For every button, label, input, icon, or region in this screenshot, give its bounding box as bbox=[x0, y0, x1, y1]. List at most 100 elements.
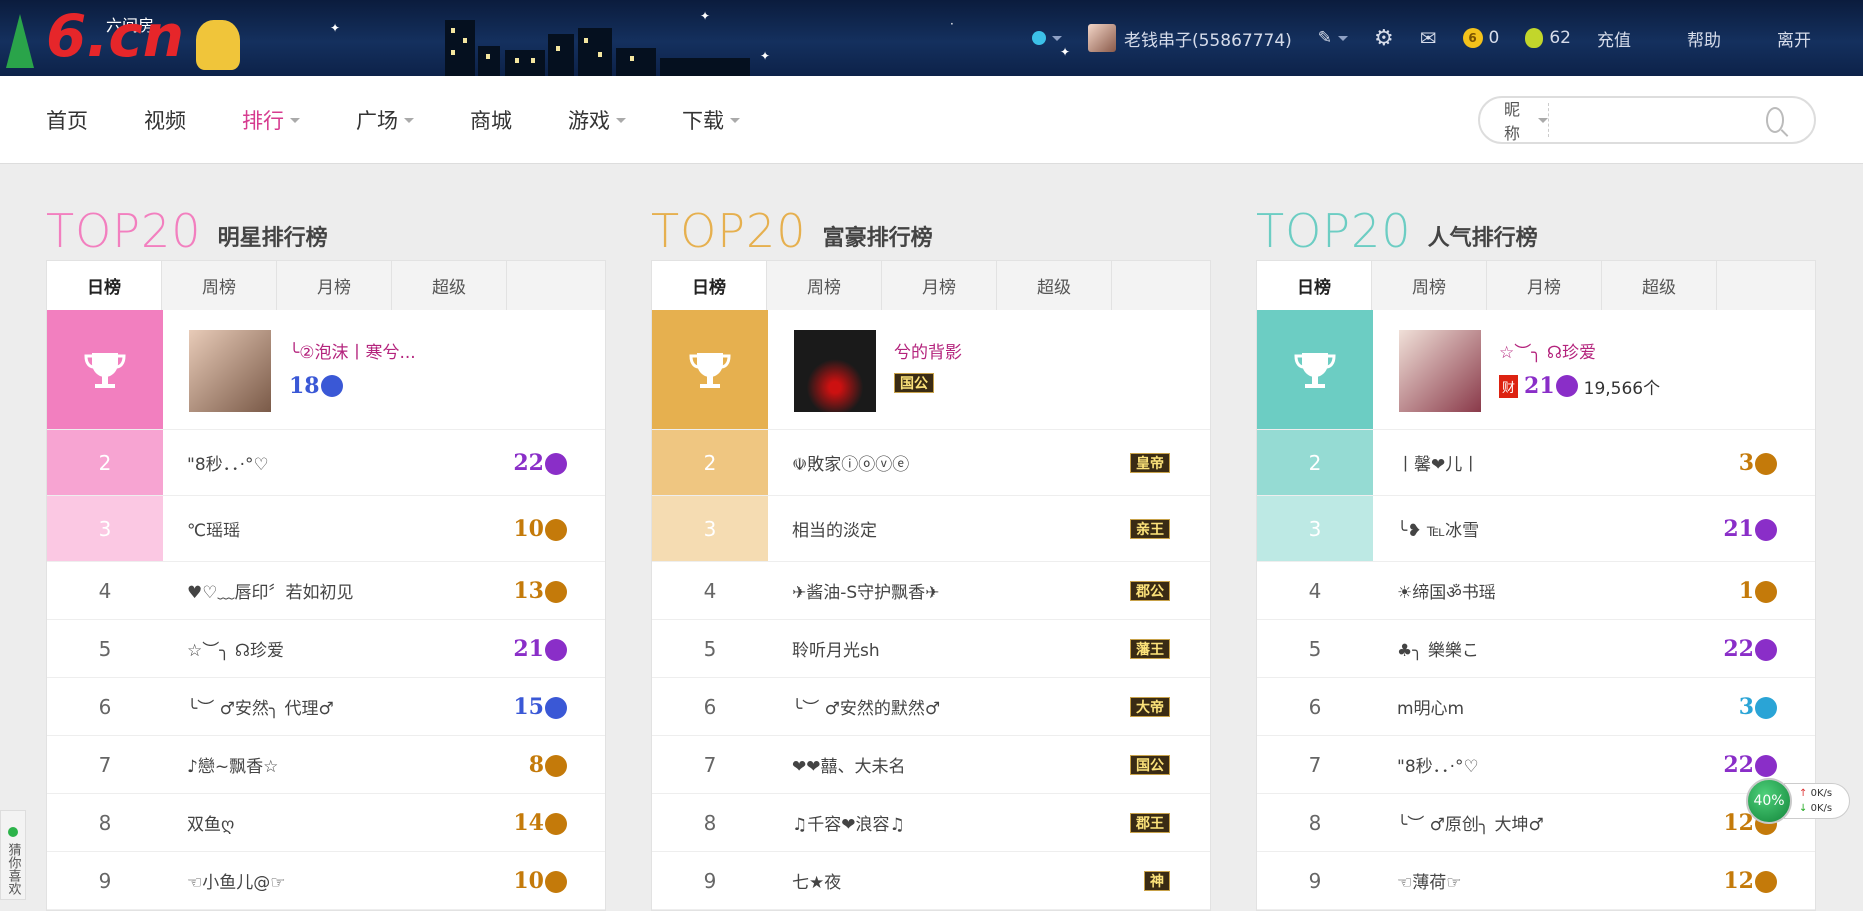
ranking-row[interactable]: 9 ☜薄荷☞ 12 bbox=[1257, 852, 1815, 910]
tab-monthly[interactable]: 月榜 bbox=[1487, 261, 1602, 310]
ranking-row[interactable]: 8 ♫千容❤浪容♫ 郡王 bbox=[652, 794, 1210, 852]
ranking-row[interactable]: 6 ╰︶ ♂安然╮ 代理♂ 15 bbox=[47, 678, 605, 736]
trophy-cell bbox=[652, 310, 768, 429]
ranking-row[interactable]: 7 ❤❤囍、大未名 国公 bbox=[652, 736, 1210, 794]
rank-number: 5 bbox=[703, 636, 717, 661]
recharge-link[interactable]: 充值 bbox=[1597, 26, 1631, 51]
rank-number: 4 bbox=[1308, 578, 1322, 603]
rank-number: 9 bbox=[98, 868, 112, 893]
star-decoration: ✦ bbox=[330, 21, 341, 35]
ranking-row[interactable]: 2 "8秒．．·°♡ 22 bbox=[47, 430, 605, 496]
user-name: ♥♡﹏唇印〞若如初见 bbox=[187, 583, 354, 603]
tab-weekly[interactable]: 周榜 bbox=[767, 261, 882, 310]
rank-first-row[interactable]: 兮的背影 国公 bbox=[652, 310, 1210, 430]
search-icon[interactable] bbox=[1765, 107, 1784, 133]
level-display: 22 bbox=[1695, 752, 1815, 778]
ranking-row[interactable]: 6 ╰︶ ♂安然的默然♂ 大帝 bbox=[652, 678, 1210, 736]
user-bar: 老钱串子(55867774) ✎ ⚙ ✉ 60 62 充值 帮助 离开 bbox=[1031, 0, 1863, 76]
chevron-down-icon bbox=[404, 117, 414, 123]
speed-percent: 40% bbox=[1746, 778, 1792, 824]
christmas-tree-icon bbox=[6, 14, 34, 68]
download-rate: 0K/s bbox=[1810, 803, 1833, 814]
rank-first-row[interactable]: ☆︶╮ ☊珍爱财 21 19,566个 bbox=[1257, 310, 1815, 430]
ranking-row[interactable]: 4 ☀缔国ॐ书瑶 1 bbox=[1257, 562, 1815, 620]
user-name[interactable]: ╰②泡沫丨寒兮... bbox=[289, 338, 416, 363]
tab-daily[interactable]: 日榜 bbox=[652, 261, 767, 310]
nav-home[interactable]: 首页 bbox=[46, 105, 88, 135]
user-profile[interactable]: 老钱串子(55867774) bbox=[1087, 24, 1292, 52]
nav-games[interactable]: 游戏 bbox=[568, 105, 626, 135]
ranking-row[interactable]: 3 相当的淡定 亲王 bbox=[652, 496, 1210, 562]
tab-super[interactable]: 超级 bbox=[1602, 261, 1717, 310]
user-name[interactable]: 兮的背影 bbox=[894, 338, 962, 363]
tab-daily[interactable]: 日榜 bbox=[47, 261, 162, 310]
tab-weekly[interactable]: 周榜 bbox=[162, 261, 277, 310]
bean-count: 62 bbox=[1549, 28, 1571, 48]
level-crown-icon bbox=[1755, 754, 1777, 777]
user-name: ☜薄荷☞ bbox=[1397, 873, 1462, 893]
avatar bbox=[189, 330, 271, 412]
mail-icon: ✉ bbox=[1419, 26, 1437, 50]
user-name: 双鱼ღ bbox=[187, 815, 235, 835]
settings-button[interactable]: ⚙ bbox=[1374, 26, 1394, 51]
avatar bbox=[794, 330, 876, 412]
ranking-row[interactable]: 7 ♪戀~飘香☆ 8 bbox=[47, 736, 605, 794]
ranking-row[interactable]: 2 ☫敗家ⓘⓞⓥⓔ 皇帝 bbox=[652, 430, 1210, 496]
ranking-row[interactable]: 2 丨馨❤儿丨 3 bbox=[1257, 430, 1815, 496]
chevron-down-icon bbox=[1537, 117, 1548, 123]
popular-ranking-board: TOP20 人气排行榜 日榜 周榜 月榜 超级 ☆︶╮ ☊珍爱财 21 19,566个 2 丨馨❤儿… bbox=[1256, 202, 1816, 911]
ranking-row[interactable]: 3 ╰❥ ℡冰雪 21 bbox=[1257, 496, 1815, 562]
tab-super[interactable]: 超级 bbox=[997, 261, 1112, 310]
level-display: 1 bbox=[1695, 578, 1815, 604]
ranking-row[interactable]: 4 ✈酱油-S守护飘香✈ 郡公 bbox=[652, 562, 1210, 620]
rank-first-row[interactable]: ╰②泡沫丨寒兮... 18 bbox=[47, 310, 605, 430]
rank-number: 7 bbox=[1308, 752, 1322, 777]
ranking-row[interactable]: 6 m明心m 3 bbox=[1257, 678, 1815, 736]
user-name: ℃瑶瑶 bbox=[187, 521, 241, 541]
user-name: ♣╮ 樂樂こ bbox=[1397, 641, 1479, 661]
ranking-row[interactable]: 9 七★夜 神 bbox=[652, 852, 1210, 910]
tab-super[interactable]: 超级 bbox=[392, 261, 507, 310]
nav-plaza[interactable]: 广场 bbox=[356, 105, 414, 135]
user-name[interactable]: ☆︶╮ ☊珍爱 bbox=[1499, 338, 1660, 363]
help-link[interactable]: 帮助 bbox=[1687, 26, 1721, 51]
rank-number: 4 bbox=[98, 578, 112, 603]
board-name: 富豪排行榜 bbox=[822, 226, 933, 251]
help-label: 帮助 bbox=[1687, 30, 1721, 51]
edit-menu[interactable]: ✎ bbox=[1318, 28, 1349, 48]
tab-daily[interactable]: 日榜 bbox=[1257, 261, 1372, 310]
ranking-row[interactable]: 5 ♣╮ 樂樂こ 22 bbox=[1257, 620, 1815, 678]
user-name: ☀缔国ॐ书瑶 bbox=[1397, 583, 1496, 603]
search-input[interactable] bbox=[1548, 103, 1766, 137]
site-logo[interactable]: 六间房 6.cn bbox=[46, 2, 206, 70]
status-dot-icon bbox=[8, 827, 18, 837]
ranking-row[interactable]: 5 聆听月光sh 藩王 bbox=[652, 620, 1210, 678]
tab-weekly[interactable]: 周榜 bbox=[1372, 261, 1487, 310]
nav-download[interactable]: 下载 bbox=[682, 105, 740, 135]
nav-video[interactable]: 视频 bbox=[144, 105, 186, 135]
building-icon bbox=[478, 46, 500, 76]
network-speed-widget[interactable]: 40% ↑ 0K/s ↓ 0K/s bbox=[1746, 778, 1852, 824]
ranking-row[interactable]: 5 ☆︶╮ ☊珍爱 21 bbox=[47, 620, 605, 678]
ranking-row[interactable]: 4 ♥♡﹏唇印〞若如初见 13 bbox=[47, 562, 605, 620]
tab-monthly[interactable]: 月榜 bbox=[277, 261, 392, 310]
ranking-row[interactable]: 8 双鱼ღ 14 bbox=[47, 794, 605, 852]
messages-button[interactable]: ✉ bbox=[1420, 26, 1437, 50]
search-type-label: 昵称 bbox=[1504, 100, 1521, 143]
nav-mall[interactable]: 商城 bbox=[470, 105, 512, 135]
level-number: 18 bbox=[289, 373, 320, 399]
ranking-row[interactable]: 3 ℃瑶瑶 10 bbox=[47, 496, 605, 562]
ranking-row[interactable]: 8 ╰︶ ♂原创╮ 大坤♂ 12 bbox=[1257, 794, 1815, 852]
ranking-row[interactable]: 9 ☜小鱼儿@☞ 10 bbox=[47, 852, 605, 910]
verified-badge[interactable] bbox=[1031, 31, 1062, 45]
ranking-row[interactable]: 7 "8秒．．·°♡ 22 bbox=[1257, 736, 1815, 794]
avatar bbox=[1399, 330, 1481, 412]
user-name: 相当的淡定 bbox=[792, 521, 877, 541]
logout-link[interactable]: 离开 bbox=[1777, 26, 1811, 51]
search-type-select[interactable]: 昵称 bbox=[1480, 100, 1549, 143]
level-crown-icon bbox=[1755, 518, 1777, 541]
nav-ranking[interactable]: 排行 bbox=[242, 105, 300, 135]
level-display: 3 bbox=[1695, 450, 1815, 476]
guess-you-like-tab[interactable]: 猜你喜欢 bbox=[0, 810, 26, 900]
tab-monthly[interactable]: 月榜 bbox=[882, 261, 997, 310]
